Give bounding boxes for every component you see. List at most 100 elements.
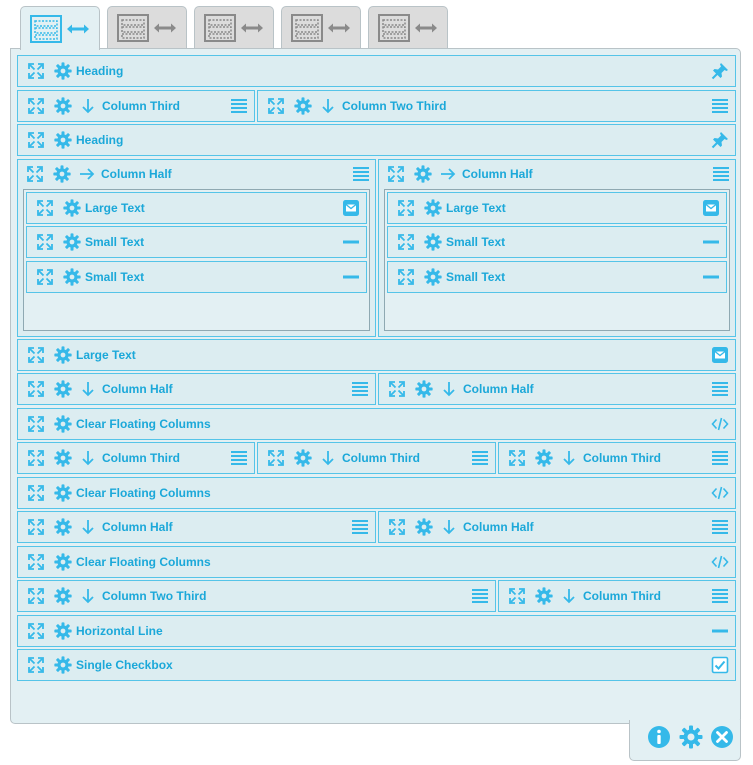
gear-icon[interactable] — [294, 97, 312, 115]
lines-icon — [471, 449, 489, 467]
element-label: Small Text — [85, 235, 145, 249]
gear-icon[interactable] — [54, 62, 72, 80]
form-element-column-third[interactable]: Column Third — [498, 580, 736, 612]
form-element-small-text[interactable]: Small Text — [26, 226, 367, 258]
form-element-column-third[interactable]: Column Third — [17, 442, 255, 474]
form-element-large-text[interactable]: Large Text — [387, 192, 727, 224]
element-label: Column Third — [342, 451, 420, 465]
tab-layout-1[interactable] — [20, 6, 100, 50]
code-icon — [711, 415, 729, 433]
form-element-clear-floating-columns[interactable]: Clear Floating Columns — [17, 546, 736, 578]
expand-icon[interactable] — [28, 347, 44, 363]
gear-icon[interactable] — [54, 97, 72, 115]
info-icon[interactable] — [647, 725, 671, 749]
gear-icon[interactable] — [424, 268, 442, 286]
form-element-column-half[interactable]: Column Half — [378, 373, 736, 405]
gear-icon[interactable] — [63, 233, 81, 251]
form-element-small-text[interactable]: Small Text — [387, 226, 727, 258]
form-element-column-two-third[interactable]: Column Two Third — [17, 580, 496, 612]
gear-icon[interactable] — [679, 725, 703, 749]
close-icon[interactable] — [710, 725, 734, 749]
form-element-column-half[interactable]: Column Half — [17, 511, 376, 543]
expand-icon[interactable] — [28, 485, 44, 501]
gear-icon[interactable] — [63, 268, 81, 286]
form-element-clear-floating-columns[interactable]: Clear Floating Columns — [17, 408, 736, 440]
gear-icon[interactable] — [54, 553, 72, 571]
gear-icon[interactable] — [54, 656, 72, 674]
gear-icon[interactable] — [535, 449, 553, 467]
expand-icon[interactable] — [509, 450, 525, 466]
expand-icon[interactable] — [28, 623, 44, 639]
expand-icon[interactable] — [28, 98, 44, 114]
expand-icon[interactable] — [28, 554, 44, 570]
gear-icon[interactable] — [535, 587, 553, 605]
expand-icon[interactable] — [28, 450, 44, 466]
gear-icon[interactable] — [54, 415, 72, 433]
form-element-column-third[interactable]: Column Third — [17, 90, 255, 122]
gear-icon[interactable] — [54, 380, 72, 398]
form-element-column-half[interactable]: Column Half — [17, 373, 376, 405]
gear-icon[interactable] — [53, 165, 71, 183]
form-element-column-third[interactable]: Column Third — [498, 442, 736, 474]
lines-icon — [711, 97, 729, 115]
form-element-small-text[interactable]: Small Text — [26, 261, 367, 293]
form-element-column-half[interactable]: Column Half — [17, 159, 376, 191]
element-label: Small Text — [446, 270, 506, 284]
expand-icon[interactable] — [28, 381, 44, 397]
form-element-horizontal-line[interactable]: Horizontal Line — [17, 615, 736, 647]
form-element-single-checkbox[interactable]: Single Checkbox — [17, 649, 736, 681]
expand-icon[interactable] — [28, 657, 44, 673]
expand-icon[interactable] — [398, 234, 414, 250]
gear-icon[interactable] — [294, 449, 312, 467]
expand-icon[interactable] — [509, 588, 525, 604]
expand-icon[interactable] — [37, 234, 53, 250]
form-element-column-third[interactable]: Column Third — [257, 442, 496, 474]
gear-icon[interactable] — [415, 380, 433, 398]
gear-icon[interactable] — [54, 622, 72, 640]
expand-icon[interactable] — [389, 381, 405, 397]
gear-icon[interactable] — [54, 587, 72, 605]
expand-icon[interactable] — [27, 166, 43, 182]
expand-icon[interactable] — [28, 519, 44, 535]
form-element-large-text[interactable]: Large Text — [17, 339, 736, 371]
expand-icon[interactable] — [37, 200, 53, 216]
form-element-column-half[interactable]: Column Half — [378, 159, 736, 191]
gear-icon[interactable] — [63, 199, 81, 217]
form-element-column-two-third[interactable]: Column Two Third — [257, 90, 736, 122]
form-element-heading[interactable]: Heading — [17, 55, 736, 87]
tab-layout-2[interactable] — [107, 6, 187, 48]
form-element-large-text[interactable]: Large Text — [26, 192, 367, 224]
expand-icon[interactable] — [388, 166, 404, 182]
gear-icon[interactable] — [424, 199, 442, 217]
expand-icon[interactable] — [28, 132, 44, 148]
expand-icon[interactable] — [28, 588, 44, 604]
gear-icon[interactable] — [54, 346, 72, 364]
tab-layout-5[interactable] — [368, 6, 448, 48]
layout-icon — [378, 13, 410, 42]
gear-icon[interactable] — [54, 131, 72, 149]
arrow-down-icon — [561, 450, 577, 466]
tab-layout-4[interactable] — [281, 6, 361, 48]
gear-icon[interactable] — [54, 449, 72, 467]
gear-icon[interactable] — [54, 518, 72, 536]
gear-icon[interactable] — [414, 165, 432, 183]
gear-icon[interactable] — [54, 484, 72, 502]
tab-layout-3[interactable] — [194, 6, 274, 48]
form-element-column-half[interactable]: Column Half — [378, 511, 736, 543]
code-icon — [711, 484, 729, 502]
expand-icon[interactable] — [28, 416, 44, 432]
expand-icon[interactable] — [37, 269, 53, 285]
expand-icon[interactable] — [398, 269, 414, 285]
form-element-heading[interactable]: Heading — [17, 124, 736, 156]
element-label: Column Half — [462, 167, 533, 181]
element-label: Large Text — [85, 201, 145, 215]
gear-icon[interactable] — [424, 233, 442, 251]
expand-icon[interactable] — [398, 200, 414, 216]
form-element-small-text[interactable]: Small Text — [387, 261, 727, 293]
expand-icon[interactable] — [268, 98, 284, 114]
expand-icon[interactable] — [28, 63, 44, 79]
form-element-clear-floating-columns[interactable]: Clear Floating Columns — [17, 477, 736, 509]
expand-icon[interactable] — [268, 450, 284, 466]
gear-icon[interactable] — [415, 518, 433, 536]
expand-icon[interactable] — [389, 519, 405, 535]
